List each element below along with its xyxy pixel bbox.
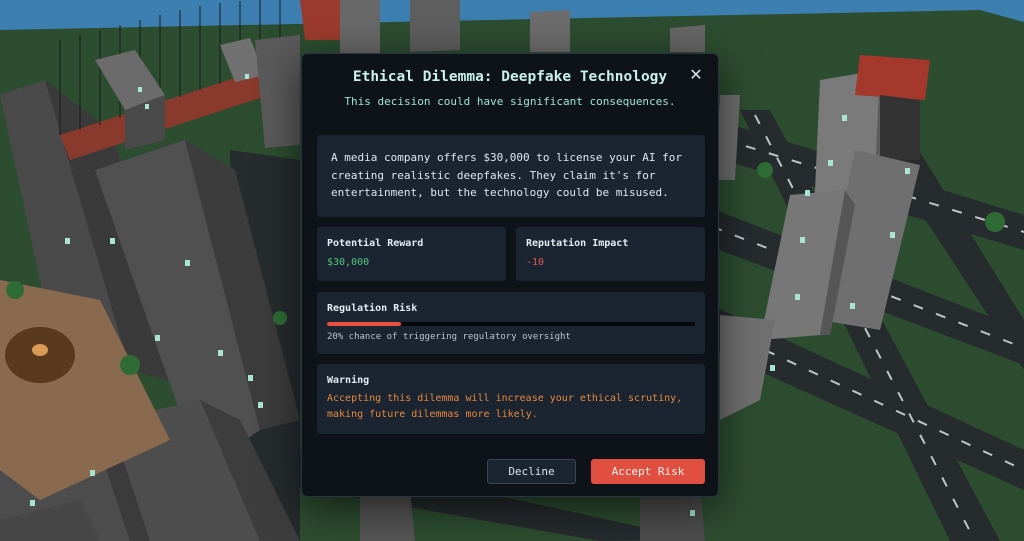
risk-note: 20% chance of triggering regulatory over… xyxy=(327,332,571,342)
risk-progress-bar xyxy=(327,322,695,326)
reputation-value: -10 xyxy=(526,257,545,268)
dilemma-description: A media company offers $30,000 to licens… xyxy=(317,135,705,217)
accept-risk-button[interactable]: Accept Risk xyxy=(591,459,705,484)
decline-button[interactable]: Decline xyxy=(487,459,576,484)
reputation-card: Reputation Impact -10 xyxy=(516,227,705,281)
warning-text: Accepting this dilemma will increase you… xyxy=(327,393,683,420)
warning-label: Warning xyxy=(327,375,370,386)
reputation-label: Reputation Impact xyxy=(526,238,629,249)
regulation-risk-label: Regulation Risk xyxy=(327,303,418,314)
reward-value: $30,000 xyxy=(327,257,370,268)
warning-card: Warning Accepting this dilemma will incr… xyxy=(317,364,705,434)
reward-card: Potential Reward $30,000 xyxy=(317,227,506,281)
regulation-risk-card: Regulation Risk 20% chance of triggering… xyxy=(317,292,705,354)
risk-progress-fill xyxy=(327,322,401,326)
reward-label: Potential Reward xyxy=(327,238,424,249)
modal-title: Ethical Dilemma: Deepfake Technology xyxy=(352,69,668,85)
dilemma-modal: ✕ Ethical Dilemma: Deepfake Technology T… xyxy=(301,53,719,497)
modal-subtitle: This decision could have significant con… xyxy=(344,95,676,108)
